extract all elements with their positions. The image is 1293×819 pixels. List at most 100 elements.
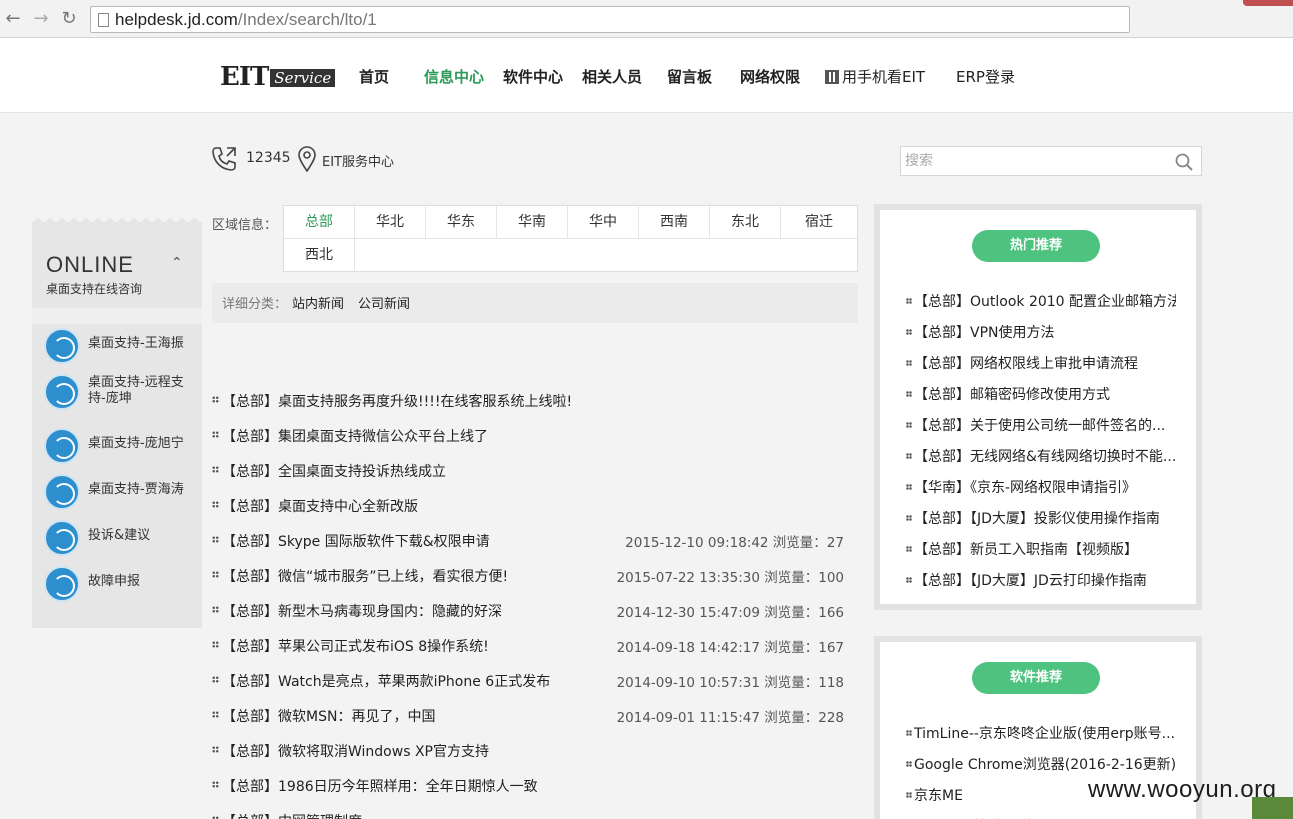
tab-northeast[interactable]: 东北 bbox=[710, 206, 781, 239]
search-input[interactable] bbox=[905, 150, 1165, 172]
news-item[interactable]: 【总部】桌面支持中心全新改版 bbox=[212, 495, 852, 517]
nav-home[interactable]: 首页 bbox=[359, 66, 389, 88]
complaint-item[interactable]: 投诉&建议 bbox=[44, 518, 200, 558]
software-item-title[interactable]: Google Chrome浏览器(2016-2-16更新) bbox=[914, 754, 1176, 774]
tab-southwest[interactable]: 西南 bbox=[639, 206, 710, 239]
window-control[interactable] bbox=[1243, 0, 1293, 6]
hot-item[interactable]: 【华南】《京东-网络权限申请指引》 bbox=[906, 477, 1176, 497]
nav-staff[interactable]: 相关人员 bbox=[582, 66, 642, 88]
news-item[interactable]: 【总部】微信“城市服务”已上线，看实很方便! 2015-07-22 13:35:3… bbox=[212, 565, 852, 587]
news-item[interactable]: 【总部】微软MSN：再见了，中国 2014-09-01 11:15:47 浏览量：… bbox=[212, 705, 852, 727]
hot-item[interactable]: 【总部】邮箱密码修改使用方式 bbox=[906, 384, 1176, 404]
support-item[interactable]: 桌面支持-王海振 bbox=[44, 326, 200, 366]
nav-mobile[interactable]: 用手机看EIT bbox=[825, 66, 925, 88]
news-title[interactable]: 【总部】微信“城市服务”已上线，看实很方便! bbox=[222, 566, 508, 586]
hot-item-title[interactable]: 【总部】无线网络&有线网络切换时不能... bbox=[914, 446, 1176, 466]
tab-north[interactable]: 华北 bbox=[355, 206, 426, 239]
news-item[interactable]: 【总部】苹果公司正式发布iOS 8操作系统! 2014-09-18 14:42:1… bbox=[212, 635, 852, 657]
collapse-icon[interactable]: ⌃ bbox=[171, 255, 183, 271]
tab-south[interactable]: 华南 bbox=[497, 206, 568, 239]
support-item[interactable]: 桌面支持-远程支持-庞坤 bbox=[44, 372, 200, 412]
hot-item[interactable]: 【总部】网络权限线上审批申请流程 bbox=[906, 353, 1176, 373]
software-recommend-title: 软件推荐 bbox=[972, 662, 1100, 694]
tab-suqian[interactable]: 宿迁 bbox=[781, 206, 857, 239]
nav-software-center[interactable]: 软件中心 bbox=[503, 66, 563, 88]
hot-item-title[interactable]: 【总部】【JD大厦】投影仪使用操作指南 bbox=[914, 508, 1160, 528]
bullet-icon bbox=[906, 546, 912, 552]
software-item[interactable]: TimLine--京东咚咚企业版(使用erp账号... bbox=[906, 723, 1176, 743]
software-item-title[interactable]: 京东ME bbox=[914, 785, 963, 805]
hot-item-title[interactable]: 【总部】【JD大厦】JD云打印操作指南 bbox=[914, 570, 1147, 590]
tab-northwest[interactable]: 西北 bbox=[284, 239, 355, 272]
bullet-icon bbox=[906, 730, 912, 736]
news-meta: 2015-12-10 09:18:42 浏览量：27 bbox=[625, 535, 844, 551]
news-item[interactable]: 【总部】新型木马病毒现身国内：隐藏的好深 2014-12-30 15:47:09 … bbox=[212, 600, 852, 622]
hot-item[interactable]: 【总部】【JD大厦】JD云打印操作指南 bbox=[906, 570, 1176, 590]
bullet-icon bbox=[212, 606, 219, 613]
hot-item[interactable]: 【总部】新员工入职指南【视频版】 bbox=[906, 539, 1176, 559]
news-title[interactable]: 【总部】Skype 国际版软件下载&权限申请 bbox=[222, 531, 490, 551]
bullet-icon bbox=[906, 792, 912, 798]
nav-network-permission[interactable]: 网络权限 bbox=[740, 66, 800, 88]
url-text[interactable]: helpdesk.jd.com/Index/search/lto/1 bbox=[115, 10, 377, 30]
address-bar[interactable]: helpdesk.jd.com/Index/search/lto/1 bbox=[90, 6, 1130, 33]
hot-item-title[interactable]: 【华南】《京东-网络权限申请指引》 bbox=[914, 477, 1136, 497]
tab-headquarters[interactable]: 总部 bbox=[284, 206, 355, 239]
nav-info-center[interactable]: 信息中心 bbox=[424, 66, 484, 88]
news-item[interactable]: 【总部】中网管理制度 bbox=[212, 810, 852, 819]
hot-item[interactable]: 【总部】无线网络&有线网络切换时不能... bbox=[906, 446, 1176, 466]
nav-erp-login[interactable]: ERP登录 bbox=[956, 66, 1015, 88]
news-meta: 2014-09-10 10:57:31 浏览量：118 bbox=[616, 675, 844, 691]
news-item[interactable]: 【总部】全国桌面支持投诉热线成立 bbox=[212, 460, 852, 482]
hot-item[interactable]: 【总部】关于使用公司统一邮件签名的... bbox=[906, 415, 1176, 435]
news-title[interactable]: 【总部】集团桌面支持微信公众平台上线了 bbox=[222, 426, 488, 446]
news-title[interactable]: 【总部】微软MSN：再见了，中国 bbox=[222, 706, 435, 726]
news-title[interactable]: 【总部】Watch是亮点，苹果两款iPhone 6正式发布 bbox=[222, 671, 550, 691]
phone-number: 12345 bbox=[246, 150, 291, 166]
news-title[interactable]: 【总部】1986日历今年照样用：全年日期惊人一致 bbox=[222, 776, 538, 796]
browser-toolbar: ← → ↻ helpdesk.jd.com/Index/search/lto/1 bbox=[0, 0, 1293, 38]
news-title[interactable]: 【总部】全国桌面支持投诉热线成立 bbox=[222, 461, 446, 481]
search-icon[interactable] bbox=[1175, 153, 1193, 171]
category-company-news[interactable]: 公司新闻 bbox=[358, 293, 410, 312]
news-item[interactable]: 【总部】微软将取消Windows XP官方支持 bbox=[212, 740, 852, 762]
hot-recommend-title: 热门推荐 bbox=[972, 230, 1100, 262]
support-item[interactable]: 桌面支持-庞旭宁 bbox=[44, 426, 200, 466]
news-item[interactable]: 【总部】Skype 国际版软件下载&权限申请 2015-12-10 09:18:4… bbox=[212, 530, 852, 552]
news-title[interactable]: 【总部】苹果公司正式发布iOS 8操作系统! bbox=[222, 636, 489, 656]
category-site-news[interactable]: 站内新闻 bbox=[292, 293, 344, 312]
tab-east[interactable]: 华东 bbox=[426, 206, 497, 239]
reload-icon[interactable]: ↻ bbox=[58, 8, 80, 30]
hot-item-title[interactable]: 【总部】VPN使用方法 bbox=[914, 322, 1055, 342]
bullet-icon bbox=[906, 484, 912, 490]
news-title[interactable]: 【总部】中网管理制度 bbox=[222, 811, 362, 819]
forward-arrow-icon[interactable]: → bbox=[30, 8, 52, 30]
tab-central[interactable]: 华中 bbox=[568, 206, 639, 239]
news-title[interactable]: 【总部】桌面支持中心全新改版 bbox=[222, 496, 418, 516]
news-title[interactable]: 【总部】微软将取消Windows XP官方支持 bbox=[222, 741, 489, 761]
region-label: 区域信息： bbox=[212, 218, 278, 233]
software-item-title[interactable]: TimLine--京东咚咚企业版(使用erp账号... bbox=[914, 723, 1175, 743]
hot-item-title[interactable]: 【总部】网络权限线上审批申请流程 bbox=[914, 353, 1138, 373]
news-item[interactable]: 【总部】1986日历今年照样用：全年日期惊人一致 bbox=[212, 775, 852, 797]
hot-item[interactable]: 【总部】VPN使用方法 bbox=[906, 322, 1176, 342]
news-meta: 2014-12-30 15:47:09 浏览量：166 bbox=[616, 605, 844, 621]
news-item[interactable]: 【总部】Watch是亮点，苹果两款iPhone 6正式发布 2014-09-10 … bbox=[212, 670, 852, 692]
hot-item[interactable]: 【总部】Outlook 2010 配置企业邮箱方法 bbox=[906, 291, 1176, 311]
fault-report-item[interactable]: 故障申报 bbox=[44, 564, 200, 604]
hot-item-title[interactable]: 【总部】Outlook 2010 配置企业邮箱方法 bbox=[914, 291, 1176, 311]
eit-logo[interactable]: EIT Service bbox=[220, 62, 336, 92]
news-title[interactable]: 【总部】新型木马病毒现身国内：隐藏的好深 bbox=[222, 601, 502, 621]
corner-image bbox=[1252, 797, 1293, 819]
nav-message-board[interactable]: 留言板 bbox=[667, 66, 712, 88]
news-title[interactable]: 【总部】桌面支持服务再度升级!!!!在线客服系统上线啦! bbox=[222, 391, 572, 411]
news-item[interactable]: 【总部】集团桌面支持微信公众平台上线了 bbox=[212, 425, 852, 447]
support-item[interactable]: 桌面支持-贾海涛 bbox=[44, 472, 200, 512]
news-item[interactable]: 【总部】桌面支持服务再度升级!!!!在线客服系统上线啦! bbox=[212, 390, 852, 412]
hot-item-title[interactable]: 【总部】邮箱密码修改使用方式 bbox=[914, 384, 1110, 404]
back-arrow-icon[interactable]: ← bbox=[2, 8, 24, 30]
software-item[interactable]: Google Chrome浏览器(2016-2-16更新) bbox=[906, 754, 1176, 774]
hot-item[interactable]: 【总部】【JD大厦】投影仪使用操作指南 bbox=[906, 508, 1176, 528]
hot-item-title[interactable]: 【总部】关于使用公司统一邮件签名的... bbox=[914, 415, 1165, 435]
hot-item-title[interactable]: 【总部】新员工入职指南【视频版】 bbox=[914, 539, 1138, 559]
